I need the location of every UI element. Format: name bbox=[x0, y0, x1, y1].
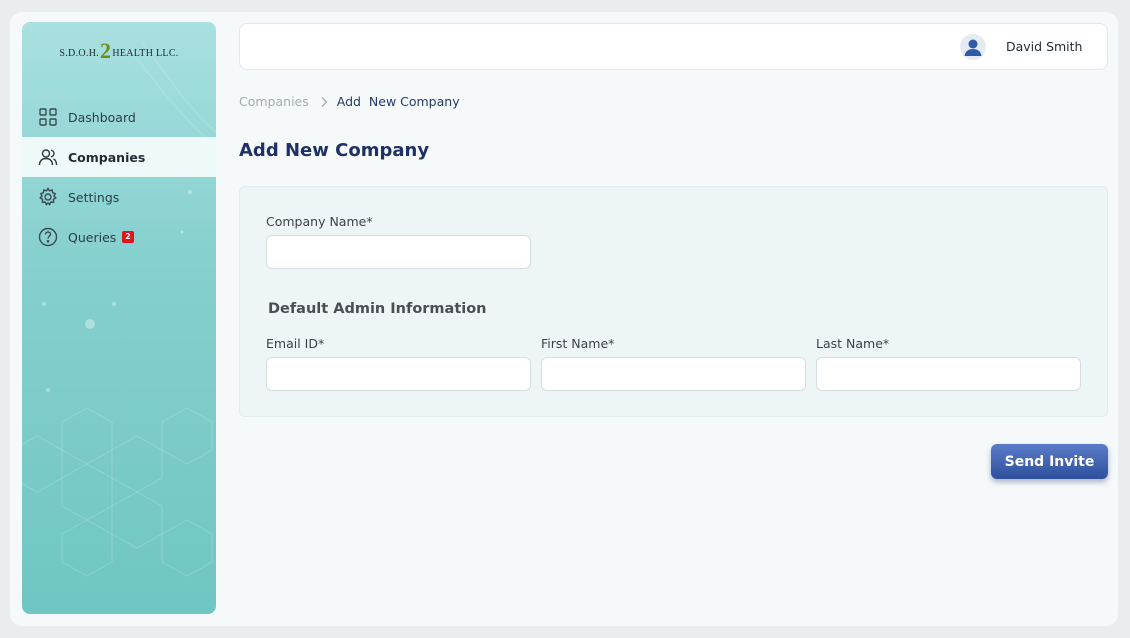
logo-number: 2 bbox=[100, 38, 112, 63]
company-form-card: Company Name* Default Admin Information … bbox=[239, 186, 1108, 417]
sidebar-item-queries[interactable]: Queries 2 bbox=[22, 217, 216, 257]
email-label: Email ID* bbox=[266, 336, 325, 351]
avatar-icon[interactable] bbox=[960, 34, 986, 60]
breadcrumb-companies-link[interactable]: Companies bbox=[239, 94, 309, 109]
chevron-right-icon bbox=[319, 96, 329, 108]
email-input[interactable] bbox=[266, 357, 531, 391]
logo-text-right: HEALTH LLC. bbox=[112, 48, 179, 59]
breadcrumb-current: Add New Company bbox=[336, 94, 460, 109]
company-name-label: Company Name* bbox=[266, 214, 373, 229]
sidebar-item-label: Dashboard bbox=[68, 109, 136, 125]
sidebar: S.D.O.H.2HEALTH LLC. Dashboard Companies bbox=[22, 22, 216, 614]
last-name-label: Last Name* bbox=[816, 336, 890, 351]
send-invite-button[interactable]: Send Invite bbox=[991, 444, 1108, 479]
notification-badge: 2 bbox=[122, 231, 134, 243]
grid-icon bbox=[38, 107, 58, 127]
company-logo: S.D.O.H.2HEALTH LLC. bbox=[22, 38, 216, 64]
help-circle-icon bbox=[38, 227, 58, 247]
top-header: David Smith bbox=[239, 23, 1108, 70]
sidebar-item-label: Queries bbox=[68, 229, 117, 245]
admin-section-title: Default Admin Information bbox=[268, 301, 487, 317]
users-icon bbox=[38, 147, 58, 167]
gear-icon bbox=[38, 187, 58, 207]
sidebar-item-dashboard[interactable]: Dashboard bbox=[22, 97, 216, 137]
page-title: Add New Company bbox=[239, 140, 430, 161]
logo-text-left: S.D.O.H. bbox=[59, 48, 100, 59]
breadcrumb: Companies Add New Company bbox=[239, 94, 460, 109]
sidebar-nav: Dashboard Companies Settings Queries 2 bbox=[22, 97, 216, 257]
sidebar-item-companies[interactable]: Companies bbox=[22, 137, 216, 177]
first-name-input[interactable] bbox=[541, 357, 806, 391]
company-name-input[interactable] bbox=[266, 235, 531, 269]
sidebar-item-label: Companies bbox=[68, 149, 146, 165]
user-name[interactable]: David Smith bbox=[1006, 39, 1082, 54]
first-name-label: First Name* bbox=[541, 336, 615, 351]
sidebar-item-settings[interactable]: Settings bbox=[22, 177, 216, 217]
last-name-input[interactable] bbox=[816, 357, 1081, 391]
sidebar-item-label: Settings bbox=[68, 189, 120, 205]
